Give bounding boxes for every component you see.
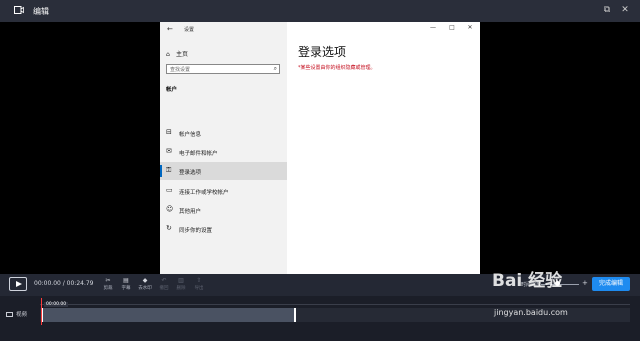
- home-label: 主页: [176, 51, 189, 58]
- app-title-bar: 编辑 ⧉ ✕: [0, 0, 640, 22]
- settings-search-input[interactable]: 查找设置 ⌕: [166, 64, 280, 74]
- briefcase-icon: ▭: [166, 186, 173, 194]
- selection-indicator: [160, 165, 162, 177]
- delete-button[interactable]: ▥ 删除: [171, 277, 191, 291]
- minimize-icon[interactable]: —: [428, 24, 438, 31]
- video-clip[interactable]: [41, 308, 296, 322]
- people-icon: ☺: [166, 205, 174, 213]
- sidebar-item-sync[interactable]: ↻ 同步你的设置: [160, 220, 287, 238]
- time-readout: 00:00.00 / 00:24.79: [34, 280, 94, 287]
- trash-icon: ▥: [178, 277, 184, 284]
- video-track-icon: [6, 312, 13, 317]
- caption-button[interactable]: ▤ 字幕: [116, 277, 136, 291]
- person-card-icon: ⊟: [166, 128, 172, 136]
- sidebar-item-label: 帐户信息: [179, 132, 202, 138]
- baidu-jingyan-watermark: Bai 经验 jingyan.baidu.com: [492, 266, 568, 317]
- play-icon: [16, 281, 22, 287]
- back-arrow-icon[interactable]: ←: [167, 25, 173, 33]
- remove-watermark-button[interactable]: ◆ 去水印: [135, 277, 155, 291]
- close-icon[interactable]: ✕: [620, 5, 630, 15]
- zoom-in-icon[interactable]: +: [582, 279, 588, 287]
- tool-label: 导出: [194, 286, 204, 291]
- mail-icon: ✉: [166, 147, 172, 155]
- sidebar-item-label: 其他用户: [179, 209, 202, 215]
- export-icon: ⇧: [196, 277, 202, 284]
- sidebar-item-account-info[interactable]: ⊟ 帐户信息: [160, 124, 287, 142]
- maximize-icon[interactable]: □: [447, 24, 457, 31]
- timeline: 视频 00:00.00: [0, 296, 640, 341]
- settings-title-bar: ← 设置 — □ ✕: [160, 22, 480, 38]
- sidebar-item-label: 连接工作或学校帐户: [179, 190, 229, 196]
- home-icon: ⌂: [166, 51, 170, 58]
- play-button[interactable]: [9, 277, 27, 291]
- page-title: 登录选项: [298, 45, 347, 59]
- restore-icon[interactable]: ⧉: [602, 5, 612, 15]
- playhead-time: 00:00.00: [44, 302, 69, 307]
- caption-icon: ▤: [123, 277, 129, 284]
- search-placeholder: 查找设置: [170, 67, 191, 73]
- track-label-text: 视频: [16, 312, 28, 318]
- sidebar-item-work-school[interactable]: ▭ 连接工作或学校帐户: [160, 182, 287, 200]
- sidebar-item-other-users[interactable]: ☺ 其他用户: [160, 201, 287, 219]
- settings-window-title: 设置: [184, 27, 195, 33]
- video-track-label: 视频: [6, 310, 27, 318]
- sidebar-item-sign-in-options[interactable]: ⚿ 登录选项: [160, 162, 287, 180]
- home-link[interactable]: ⌂ 主页: [166, 49, 188, 58]
- sidebar-item-label: 电子邮件和帐户: [179, 151, 218, 157]
- timeline-ruler[interactable]: [40, 296, 630, 305]
- scissors-icon: ✂: [105, 277, 111, 284]
- finish-edit-button[interactable]: 完成编辑: [592, 277, 630, 291]
- search-icon: ⌕: [273, 65, 277, 72]
- video-camera-icon: [14, 6, 24, 14]
- sidebar-item-label: 同步你的设置: [179, 228, 213, 234]
- key-icon: ⚿: [166, 166, 172, 174]
- tool-label: 剪裁: [103, 286, 113, 291]
- close-icon[interactable]: ✕: [465, 24, 475, 31]
- sync-icon: ↻: [166, 224, 172, 232]
- trim-button[interactable]: ✂ 剪裁: [98, 277, 118, 291]
- settings-window: ← 设置 — □ ✕ ⌂ 主页 查找设置 ⌕ 帐户 ⊟ 帐户信息 ✉ 电子邮件和帐…: [160, 22, 480, 274]
- export-button[interactable]: ⇧ 导出: [189, 277, 209, 291]
- watermark-url: jingyan.baidu.com: [494, 308, 568, 317]
- tool-label: 去水印: [138, 286, 152, 291]
- sidebar-item-email-accounts[interactable]: ✉ 电子邮件和帐户: [160, 143, 287, 161]
- tool-label: 字幕: [121, 286, 131, 291]
- sidebar-item-label: 登录选项: [179, 170, 202, 176]
- app-title: 编辑: [33, 7, 49, 16]
- tool-label: 删除: [176, 286, 186, 291]
- playhead[interactable]: [41, 298, 42, 325]
- managed-warning: *某些设置由你的组织隐藏或管理。: [298, 65, 376, 71]
- eraser-icon: ◆: [142, 277, 148, 284]
- watermark-brand: Bai 经验: [492, 271, 563, 291]
- section-heading: 帐户: [166, 87, 178, 93]
